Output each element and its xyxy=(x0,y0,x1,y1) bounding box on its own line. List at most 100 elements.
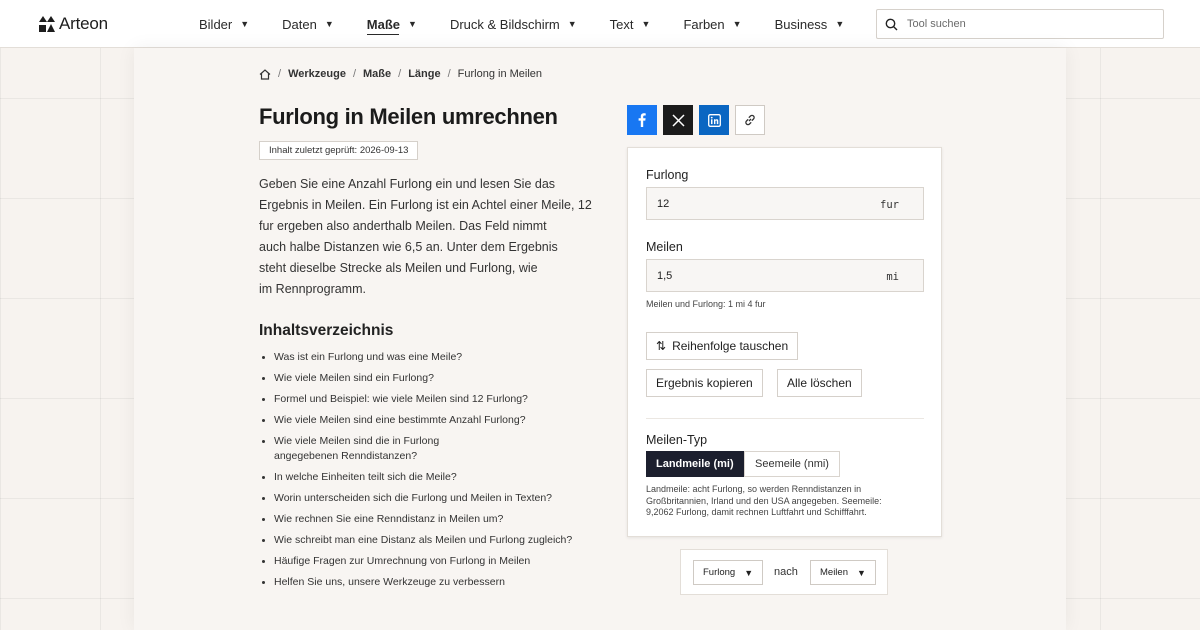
breadcrumb-link-masse[interactable]: Maße xyxy=(363,68,391,80)
caret-down-icon: ▼ xyxy=(835,19,845,29)
breadcrumb-separator: / xyxy=(447,68,451,80)
copy-result-button[interactable]: Ergebnis kopieren xyxy=(646,369,763,397)
caret-down-icon: ▼ xyxy=(641,19,651,29)
mile-type-note-line: Landmeile: acht Furlong, so werden Rennd… xyxy=(646,484,862,494)
toc-link[interactable]: Wie viele Meilen sind die in Furlong ange… xyxy=(274,435,439,462)
page-title: Furlong in Meilen umrechnen xyxy=(259,104,558,129)
clear-all-button[interactable]: Alle löschen xyxy=(777,369,862,397)
toc-link-line: Wie viele Meilen sind die in Furlong xyxy=(274,435,440,447)
breadcrumb-link-werkzeuge[interactable]: Werkzeuge xyxy=(288,68,346,80)
site-header: Arteon Bilder ▼ Daten ▼ Maße ▼ Druck & B… xyxy=(0,0,1200,48)
table-of-contents: Was ist ein Furlong und was eine Meile? … xyxy=(259,350,619,596)
breadcrumb-current: Furlong in Meilen xyxy=(457,68,543,80)
nav-item-druck-bildschirm[interactable]: Druck & Bildschirm ▼ xyxy=(450,0,577,48)
facebook-icon xyxy=(638,113,646,127)
toc-link[interactable]: Was ist ein Furlong und was eine Meile? xyxy=(274,351,462,363)
toc-link[interactable]: Worin unterscheiden sich die Furlong und… xyxy=(274,492,552,504)
mile-type-land-option[interactable]: Landmeile (mi) xyxy=(646,451,744,477)
breadcrumb-link-laenge[interactable]: Länge xyxy=(408,68,440,80)
nav-label: Maße xyxy=(366,16,401,32)
unit-selector: Furlong ▼ nach Meilen ▼ xyxy=(680,549,888,595)
nav-item-farben[interactable]: Farben ▼ xyxy=(683,0,741,48)
share-facebook-button[interactable] xyxy=(627,105,657,135)
link-icon xyxy=(745,114,755,126)
intro-line: Ergebnis in Meilen. Ein Furlong ist ein … xyxy=(259,198,592,212)
furlong-label: Furlong xyxy=(646,168,689,182)
toc-item: Formel und Beispiel: wie viele Meilen si… xyxy=(259,392,619,407)
toc-link[interactable]: Wie rechnen Sie eine Renndistanz in Meil… xyxy=(274,513,503,525)
breadcrumb: / Werkzeuge / Maße / Länge / Furlong in … xyxy=(259,68,542,80)
caret-down-icon: ▼ xyxy=(240,19,250,29)
toc-title: Inhaltsverzeichnis xyxy=(259,322,394,339)
nav-label: Text xyxy=(609,16,634,32)
mile-type-label: Meilen-Typ xyxy=(646,433,708,447)
swap-order-button[interactable]: ⇅ Reihenfolge tauschen xyxy=(646,332,799,360)
toc-item: Wie viele Meilen sind eine bestimmte Anz… xyxy=(259,413,619,428)
furlong-unit: fur xyxy=(880,199,899,211)
search-input[interactable] xyxy=(907,18,1147,30)
mile-type-note: Landmeile: acht Furlong, so werden Rennd… xyxy=(646,484,928,519)
logo[interactable]: Arteon xyxy=(39,14,108,34)
breadcrumb-separator: / xyxy=(398,68,402,80)
breadcrumb-separator: / xyxy=(278,68,282,80)
share-buttons xyxy=(627,105,765,135)
furlong-field[interactable]: fur xyxy=(646,187,924,220)
toc-item: Häufige Fragen zur Umrechnung von Furlon… xyxy=(259,554,619,569)
to-unit-select[interactable]: Meilen ▼ xyxy=(810,560,876,585)
mile-type-note-line: 9,2062 Furlong, damit rechnen Luftfahrt … xyxy=(646,507,867,517)
toc-link[interactable]: Formel und Beispiel: wie viele Meilen si… xyxy=(274,393,528,405)
mile-type-sea-option[interactable]: Seemeile (nmi) xyxy=(744,451,840,477)
converter-card: Furlong fur Meilen mi Meilen und Furlong… xyxy=(627,147,942,537)
toc-item: Wie viele Meilen sind ein Furlong? xyxy=(259,371,619,386)
toc-link-line: angegebenen Renndistanzen? xyxy=(274,450,418,462)
intro-line: im Rennprogramm. xyxy=(259,282,366,296)
nav-item-daten[interactable]: Daten ▼ xyxy=(282,0,334,48)
toc-item: Wie rechnen Sie eine Renndistanz in Meil… xyxy=(259,512,619,527)
nav-label: Farben xyxy=(683,16,725,32)
share-x-button[interactable] xyxy=(663,105,693,135)
toc-link[interactable]: Häufige Fragen zur Umrechnung von Furlon… xyxy=(274,555,530,567)
intro-line: Geben Sie eine Anzahl Furlong ein und le… xyxy=(259,177,556,191)
caret-down-icon: ▼ xyxy=(567,19,577,29)
from-unit-value: Furlong xyxy=(703,567,736,578)
furlong-input[interactable] xyxy=(647,197,867,210)
intro-text: Geben Sie eine Anzahl Furlong ein und le… xyxy=(259,174,609,300)
intro-line: fur ergeben also anderthalb Meilen. Das … xyxy=(259,219,547,233)
toc-item: Was ist ein Furlong und was eine Meile? xyxy=(259,350,619,365)
caret-down-icon: ▼ xyxy=(857,567,866,578)
toc-item: In welche Einheiten teilt sich die Meile… xyxy=(259,470,619,485)
mile-type-note-line: Großbritannien, Irland und den USA angeg… xyxy=(646,495,882,506)
nav-item-text[interactable]: Text ▼ xyxy=(610,0,651,48)
share-linkedin-button[interactable] xyxy=(699,105,729,135)
breadcrumb-separator: / xyxy=(352,68,356,80)
copy-link-button[interactable] xyxy=(735,105,765,135)
nav-item-masse[interactable]: Maße ▼ xyxy=(366,0,417,48)
meilen-field[interactable]: mi xyxy=(646,259,924,292)
nav-label: Business xyxy=(774,16,828,32)
main-nav: Bilder ▼ Daten ▼ Maße ▼ Druck & Bildschi… xyxy=(199,0,877,48)
meilen-unit: mi xyxy=(886,271,899,283)
toc-item: Wie viele Meilen sind die in Furlong ange… xyxy=(259,434,619,464)
search-box[interactable] xyxy=(876,9,1164,39)
caret-down-icon: ▼ xyxy=(324,19,334,29)
toc-link[interactable]: Wie viele Meilen sind ein Furlong? xyxy=(274,372,434,384)
brand-name: Arteon xyxy=(59,14,108,33)
clear-all-label: Alle löschen xyxy=(787,376,852,390)
meilen-input[interactable] xyxy=(647,269,867,282)
nav-item-bilder[interactable]: Bilder ▼ xyxy=(199,0,249,48)
toc-link[interactable]: Helfen Sie uns, unsere Werkzeuge zu verb… xyxy=(274,576,505,588)
last-checked-badge: Inhalt zuletzt geprüft: 2026-09-13 xyxy=(259,141,419,160)
nav-label: Daten xyxy=(282,16,317,32)
card-divider xyxy=(646,418,924,419)
to-unit-value: Meilen xyxy=(820,567,848,578)
unit-connector: nach xyxy=(774,566,798,578)
toc-link[interactable]: Wie viele Meilen sind eine bestimmte Anz… xyxy=(274,414,526,426)
from-unit-select[interactable]: Furlong ▼ xyxy=(693,560,764,585)
toc-link[interactable]: In welche Einheiten teilt sich die Meile… xyxy=(274,471,457,483)
toc-link[interactable]: Wie schreibt man eine Distanz als Meilen… xyxy=(274,534,572,546)
home-icon[interactable] xyxy=(259,68,271,80)
intro-line: steht dieselbe Strecke als Meilen und Fu… xyxy=(259,261,538,275)
toc-item: Wie schreibt man eine Distanz als Meilen… xyxy=(259,533,619,548)
nav-item-business[interactable]: Business ▼ xyxy=(775,0,845,48)
copy-result-label: Ergebnis kopieren xyxy=(656,376,753,390)
